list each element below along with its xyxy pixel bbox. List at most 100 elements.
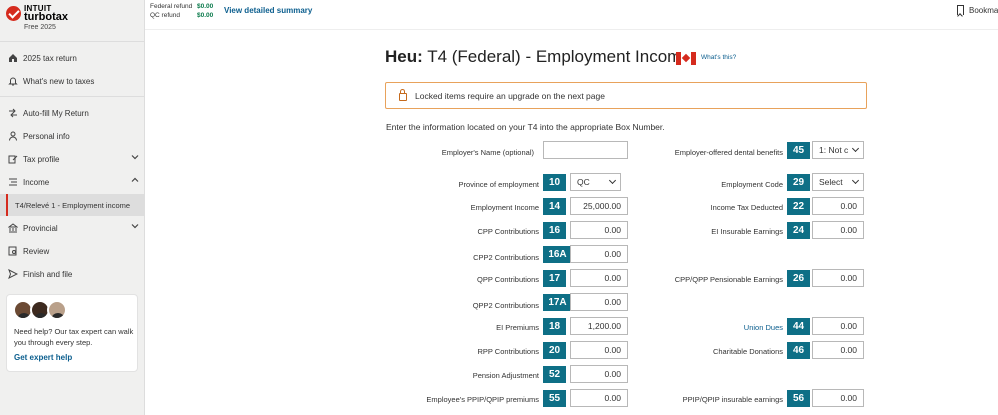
divider — [0, 41, 145, 42]
brand-turbotax: turbotax — [24, 11, 68, 23]
amount-input[interactable]: 0.00 — [570, 293, 628, 311]
box-number: 44 — [787, 318, 810, 335]
divider — [0, 96, 145, 97]
box-number: 20 — [543, 342, 566, 359]
amount-input[interactable]: 0.00 — [812, 389, 864, 407]
edition-label: Free 2025 — [24, 24, 56, 31]
sidebar-item-label: Tax profile — [23, 154, 60, 164]
dental-benefits-select[interactable]: 1: Not c — [812, 141, 864, 159]
field-label: Pension Adjustment — [472, 371, 539, 380]
amount-input[interactable]: 0.00 — [570, 269, 628, 287]
field-label[interactable]: Union Dues — [744, 323, 783, 332]
page-title: Heu: T4 (Federal) - Employment Income — [385, 47, 691, 67]
box-number: 55 — [543, 390, 566, 407]
sidebar-item-personal-info[interactable]: Personal info — [0, 125, 145, 147]
sidebar-item-income[interactable]: Income — [0, 171, 145, 193]
sidebar-item-label: Finish and file — [23, 269, 73, 279]
amount-input[interactable]: 0.00 — [812, 197, 864, 215]
title-text: T4 (Federal) - Employment Income — [422, 47, 691, 66]
amount-input[interactable]: 0.00 — [570, 389, 628, 407]
sidebar-item-finish-file[interactable]: Finish and file — [0, 263, 145, 285]
income-icon — [7, 176, 19, 188]
lock-icon — [399, 88, 407, 101]
send-icon — [7, 268, 19, 280]
box-number: 29 — [787, 174, 810, 191]
whats-this-link[interactable]: What's this? — [701, 54, 736, 61]
canada-flag-icon — [676, 52, 696, 65]
field-label: CPP Contributions — [477, 227, 539, 236]
field-label: CPP2 Contributions — [473, 253, 539, 262]
amount-input[interactable]: 0.00 — [570, 365, 628, 383]
sidebar-item-label: Review — [23, 246, 50, 256]
bookmark-button[interactable]: Bookmar — [957, 5, 998, 15]
turbotax-logo[interactable]: INTUIT turbotax Free 2025 — [6, 4, 76, 34]
field-label: Charitable Donations — [712, 347, 783, 356]
sidebar-item-review[interactable]: Review — [0, 240, 145, 262]
field-label: Employment Income — [470, 203, 539, 212]
field-label: QPP2 Contributions — [472, 301, 539, 310]
amount-input[interactable]: 0.00 — [812, 317, 864, 335]
expert-help-card: Need help? Our tax expert can walk you t… — [6, 294, 138, 372]
box-number: 10 — [543, 174, 566, 191]
sidebar-item-label: Personal info — [23, 131, 70, 141]
instructions-text: Enter the information located on your T4… — [386, 122, 665, 132]
edit-icon — [7, 153, 19, 165]
sidebar: INTUIT turbotax Free 2025 2025 tax retur… — [0, 0, 145, 415]
amount-input[interactable]: 0.00 — [570, 221, 628, 239]
person-icon — [7, 130, 19, 142]
employer-name-input[interactable] — [543, 141, 628, 159]
province-select[interactable]: QC — [570, 173, 621, 191]
field-label: RPP Contributions — [477, 347, 539, 356]
field-label: QPP Contributions — [477, 275, 539, 284]
amount-input[interactable]: 0.00 — [570, 341, 628, 359]
field-label: Income Tax Deducted — [710, 203, 783, 212]
bank-icon — [7, 222, 19, 234]
bookmark-label: Bookmar — [969, 5, 998, 15]
expert-avatars — [13, 300, 67, 320]
field-label: EI Premiums — [496, 323, 539, 332]
select-value: Select — [819, 177, 843, 187]
chevron-up-icon[interactable] — [131, 176, 139, 186]
sidebar-item-tax-profile[interactable]: Tax profile — [0, 148, 145, 170]
field-label: EI Insurable Earnings — [711, 227, 783, 236]
amount-input[interactable]: 0.00 — [812, 221, 864, 239]
box-number: 56 — [787, 390, 810, 407]
employment-code-select[interactable]: Select — [812, 173, 864, 191]
title-prefix: Heu: — [385, 47, 423, 66]
dental-benefits-label: Employer-offered dental benefits — [674, 148, 783, 157]
amount-input[interactable]: 0.00 — [570, 245, 628, 263]
chevron-down-icon[interactable] — [131, 222, 139, 232]
chevron-down-icon[interactable] — [131, 153, 139, 163]
qc-refund-value: $0.00 — [197, 12, 214, 19]
review-icon — [7, 245, 19, 257]
amount-input[interactable]: 0.00 — [812, 269, 864, 287]
box-number: 17 — [543, 270, 566, 287]
sidebar-item-label: Income — [23, 177, 50, 187]
avatar — [47, 300, 67, 320]
federal-refund-value: $0.00 — [197, 3, 214, 10]
amount-input[interactable]: 0.00 — [812, 341, 864, 359]
sidebar-item-label: Auto-fill My Return — [23, 108, 89, 118]
amount-input[interactable]: 1,200.00 — [570, 317, 628, 335]
chevron-down-icon — [608, 176, 617, 185]
select-value: QC — [577, 177, 590, 187]
box-number: 14 — [543, 198, 566, 215]
sidebar-item-provincial[interactable]: Provincial — [0, 217, 145, 239]
sidebar-item-whats-new[interactable]: What's new to taxes — [0, 70, 145, 92]
federal-refund-label: Federal refund — [150, 3, 193, 10]
box-number: 26 — [787, 270, 810, 287]
sidebar-item-tax-return[interactable]: 2025 tax return — [0, 47, 145, 69]
amount-input[interactable]: 25,000.00 — [570, 197, 628, 215]
sidebar-item-autofill[interactable]: Auto-fill My Return — [0, 102, 145, 124]
box-number: 16A — [543, 246, 572, 263]
employment-code-label: Employment Code — [721, 180, 783, 189]
sidebar-item-t4-employment[interactable]: T4/Relevé 1 - Employment income — [0, 194, 145, 216]
sidebar-item-label: T4/Relevé 1 - Employment income — [15, 200, 131, 210]
field-label: PPIP/QPIP insurable earnings — [682, 395, 783, 404]
autofill-icon — [7, 107, 19, 119]
view-summary-link[interactable]: View detailed summary — [224, 6, 312, 15]
locked-items-alert: Locked items require an upgrade on the n… — [385, 82, 867, 109]
field-label: Employee's PPIP/QPIP premiums — [426, 395, 539, 404]
sidebar-item-label: 2025 tax return — [23, 53, 77, 63]
get-expert-help-link[interactable]: Get expert help — [14, 353, 72, 362]
